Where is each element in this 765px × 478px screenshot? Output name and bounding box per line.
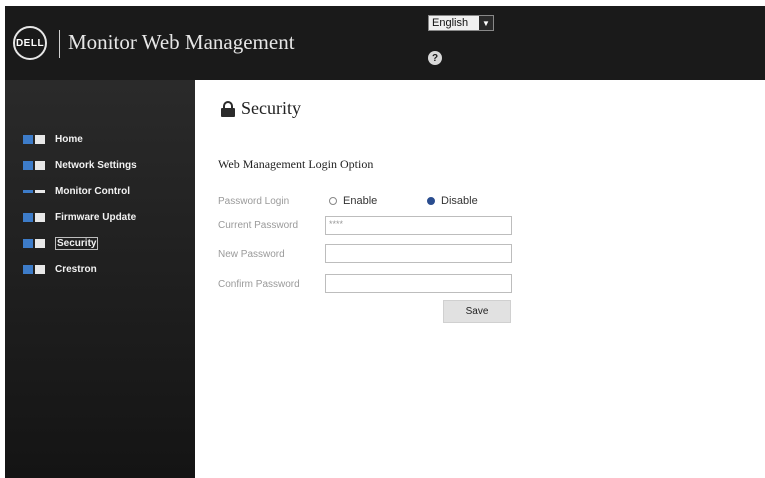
monitor-control-icon — [23, 185, 49, 197]
current-password-label: Current Password — [218, 220, 299, 231]
section-header: Security — [221, 98, 301, 119]
sidebar-item-network-settings[interactable]: Network Settings — [23, 158, 137, 172]
lock-icon — [221, 100, 235, 117]
sidebar: Home Network Settings Monitor Control Fi… — [5, 80, 195, 478]
sidebar-item-firmware-update[interactable]: Firmware Update — [23, 210, 136, 224]
new-password-label: New Password — [218, 249, 285, 260]
enable-radio[interactable]: Enable — [329, 195, 377, 207]
section-subheading: Web Management Login Option — [218, 157, 374, 171]
disable-radio[interactable]: Disable — [427, 195, 478, 207]
sidebar-item-home[interactable]: Home — [23, 132, 83, 146]
top-header: DELL Monitor Web Management English ▼ ? — [5, 6, 765, 80]
save-button[interactable]: Save — [443, 300, 511, 323]
sidebar-item-label: Security — [55, 236, 99, 250]
chevron-down-icon: ▼ — [479, 16, 493, 30]
language-value: English — [432, 17, 469, 29]
sidebar-item-label: Network Settings — [55, 159, 137, 171]
dell-logo: DELL — [13, 26, 47, 60]
sidebar-item-monitor-control[interactable]: Monitor Control — [23, 184, 130, 198]
confirm-password-label: Confirm Password — [218, 279, 300, 290]
sidebar-item-label: Monitor Control — [55, 185, 130, 197]
main-content: Security Web Management Login Option Pas… — [195, 80, 765, 478]
crestron-icon — [23, 263, 49, 275]
sidebar-item-label: Firmware Update — [55, 211, 137, 223]
confirm-password-field[interactable] — [325, 274, 512, 293]
header-divider — [59, 30, 60, 58]
sidebar-item-label: Crestron — [55, 263, 97, 275]
security-icon — [23, 237, 49, 249]
home-icon — [23, 133, 49, 145]
sidebar-item-label: Home — [55, 133, 83, 145]
network-icon — [23, 159, 49, 171]
app-title: Monitor Web Management — [68, 30, 295, 54]
radio-unselected-icon — [329, 197, 337, 205]
enable-label: Enable — [343, 195, 378, 207]
app-window: DELL Monitor Web Management English ▼ ? … — [5, 6, 765, 478]
current-password-field[interactable]: **** — [325, 216, 512, 235]
disable-label: Disable — [441, 195, 478, 207]
sidebar-item-security[interactable]: Security — [23, 236, 99, 250]
new-password-field[interactable] — [325, 244, 512, 263]
firmware-update-icon — [23, 211, 49, 223]
help-icon[interactable]: ? — [428, 51, 442, 65]
language-select[interactable]: English ▼ — [428, 15, 494, 31]
sidebar-item-crestron[interactable]: Crestron — [23, 262, 97, 276]
radio-selected-icon — [427, 197, 435, 205]
password-login-label: Password Login — [218, 196, 290, 207]
page-title: Security — [241, 98, 301, 118]
